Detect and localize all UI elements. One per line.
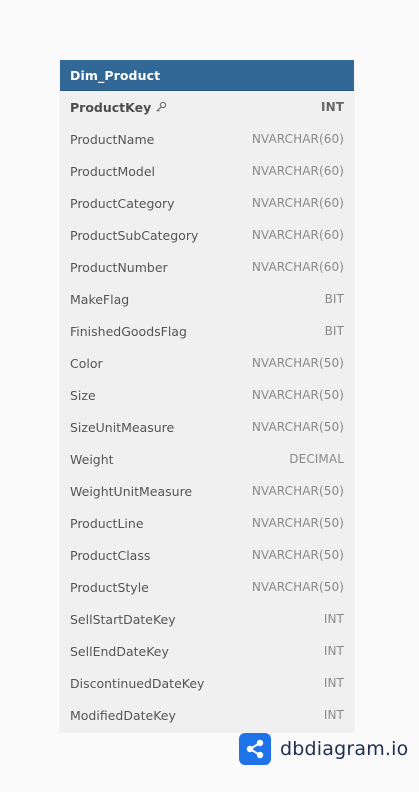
field-name-text: ProductSubCategory (70, 227, 199, 243)
field-row[interactable]: FinishedGoodsFlag BIT (60, 315, 354, 347)
field-type: NVARCHAR(60) (251, 260, 344, 274)
field-name: ProductCategory (70, 196, 175, 211)
field-row[interactable]: WeightUnitMeasure NVARCHAR(50) (60, 475, 354, 507)
field-type: NVARCHAR(50) (251, 420, 344, 434)
field-type: NVARCHAR(60) (251, 196, 344, 210)
field-row[interactable]: SellEndDateKey INT (60, 635, 354, 667)
field-row[interactable]: ProductStyle NVARCHAR(50) (60, 571, 354, 603)
field-name: ProductNumber (70, 260, 168, 275)
field-type: NVARCHAR(60) (251, 164, 344, 178)
field-type: INT (323, 676, 344, 690)
field-name-text: ModifiedDateKey (70, 707, 176, 723)
field-name: Weight (70, 452, 114, 467)
field-name: FinishedGoodsFlag (70, 324, 187, 339)
field-row[interactable]: Weight DECIMAL (60, 443, 354, 475)
field-row[interactable]: ProductKey INT (60, 91, 354, 123)
field-type: INT (323, 708, 344, 722)
field-name: SellStartDateKey (70, 612, 176, 627)
field-name: ModifiedDateKey (70, 708, 176, 723)
field-name: DiscontinuedDateKey (70, 676, 204, 691)
field-row[interactable]: ProductClass NVARCHAR(50) (60, 539, 354, 571)
field-name: Color (70, 356, 103, 371)
field-type: INT (323, 644, 344, 658)
field-name: ProductKey (70, 100, 167, 115)
field-type: NVARCHAR(50) (251, 516, 344, 530)
field-type: NVARCHAR(50) (251, 548, 344, 562)
table-title: Dim_Product (70, 67, 161, 83)
field-row[interactable]: Size NVARCHAR(50) (60, 379, 354, 411)
field-name-text: SellEndDateKey (70, 643, 169, 659)
field-list: ProductKey INT ProductName NVARCHAR(60) Prod… (60, 91, 354, 731)
field-row[interactable]: ProductLine NVARCHAR(50) (60, 507, 354, 539)
field-row[interactable]: ProductSubCategory NVARCHAR(60) (60, 219, 354, 251)
field-type: INT (321, 100, 344, 114)
field-name: WeightUnitMeasure (70, 484, 192, 499)
field-row[interactable]: ProductCategory NVARCHAR(60) (60, 187, 354, 219)
field-name-text: DiscontinuedDateKey (70, 675, 205, 691)
table-header[interactable]: Dim_Product (60, 60, 354, 91)
field-name-text: WeightUnitMeasure (70, 483, 193, 499)
brand-watermark[interactable]: dbdiagram.io (239, 733, 408, 765)
field-name: ProductLine (70, 516, 144, 531)
field-name: ProductSubCategory (70, 228, 198, 243)
field-row[interactable]: ModifiedDateKey INT (60, 699, 354, 731)
field-name-text: ProductStyle (70, 579, 149, 595)
field-type: NVARCHAR(50) (251, 484, 344, 498)
field-name-text: Size (70, 387, 96, 403)
field-name: SizeUnitMeasure (70, 420, 174, 435)
field-name-text: SizeUnitMeasure (70, 419, 175, 435)
field-row[interactable]: SellStartDateKey INT (60, 603, 354, 635)
field-row[interactable]: DiscontinuedDateKey INT (60, 667, 354, 699)
field-name-text: ProductClass (70, 547, 151, 563)
field-row[interactable]: Color NVARCHAR(50) (60, 347, 354, 379)
field-name-text: ProductCategory (70, 195, 175, 211)
field-name-text: ProductName (70, 131, 155, 147)
field-name-text: FinishedGoodsFlag (70, 323, 187, 339)
field-type: NVARCHAR(50) (251, 388, 344, 402)
field-row[interactable]: ProductModel NVARCHAR(60) (60, 155, 354, 187)
field-name: ProductModel (70, 164, 155, 179)
field-name: Size (70, 388, 96, 403)
field-name: ProductClass (70, 548, 150, 563)
brand-name: dbdiagram.io (280, 738, 409, 760)
field-row[interactable]: MakeFlag BIT (60, 283, 354, 315)
field-name-text: ProductLine (70, 515, 144, 531)
field-type: NVARCHAR(50) (251, 580, 344, 594)
table-dim-product[interactable]: Dim_Product ProductKey INT ProductName NVAR… (60, 60, 354, 731)
field-type: NVARCHAR(50) (251, 356, 344, 370)
field-name-text: ProductModel (70, 163, 155, 179)
field-row[interactable]: ProductNumber NVARCHAR(60) (60, 251, 354, 283)
field-type: INT (323, 612, 344, 626)
field-row[interactable]: ProductName NVARCHAR(60) (60, 123, 354, 155)
primary-key-icon (155, 101, 167, 113)
dbdiagram-logo-icon (239, 733, 271, 765)
field-type: DECIMAL (289, 452, 344, 466)
field-name: SellEndDateKey (70, 644, 169, 659)
field-row[interactable]: SizeUnitMeasure NVARCHAR(50) (60, 411, 354, 443)
field-name-text: SellStartDateKey (70, 611, 176, 627)
field-name-text: Color (70, 355, 103, 371)
field-type: BIT (324, 292, 344, 306)
field-name-text: ProductKey (70, 99, 152, 115)
field-type: NVARCHAR(60) (251, 132, 344, 146)
field-type: NVARCHAR(60) (251, 228, 344, 242)
field-name: ProductName (70, 132, 154, 147)
field-name: MakeFlag (70, 292, 129, 307)
field-type: BIT (324, 324, 344, 338)
field-name-text: ProductNumber (70, 259, 168, 275)
field-name-text: Weight (70, 451, 114, 467)
field-name-text: MakeFlag (70, 291, 130, 307)
field-name: ProductStyle (70, 580, 149, 595)
